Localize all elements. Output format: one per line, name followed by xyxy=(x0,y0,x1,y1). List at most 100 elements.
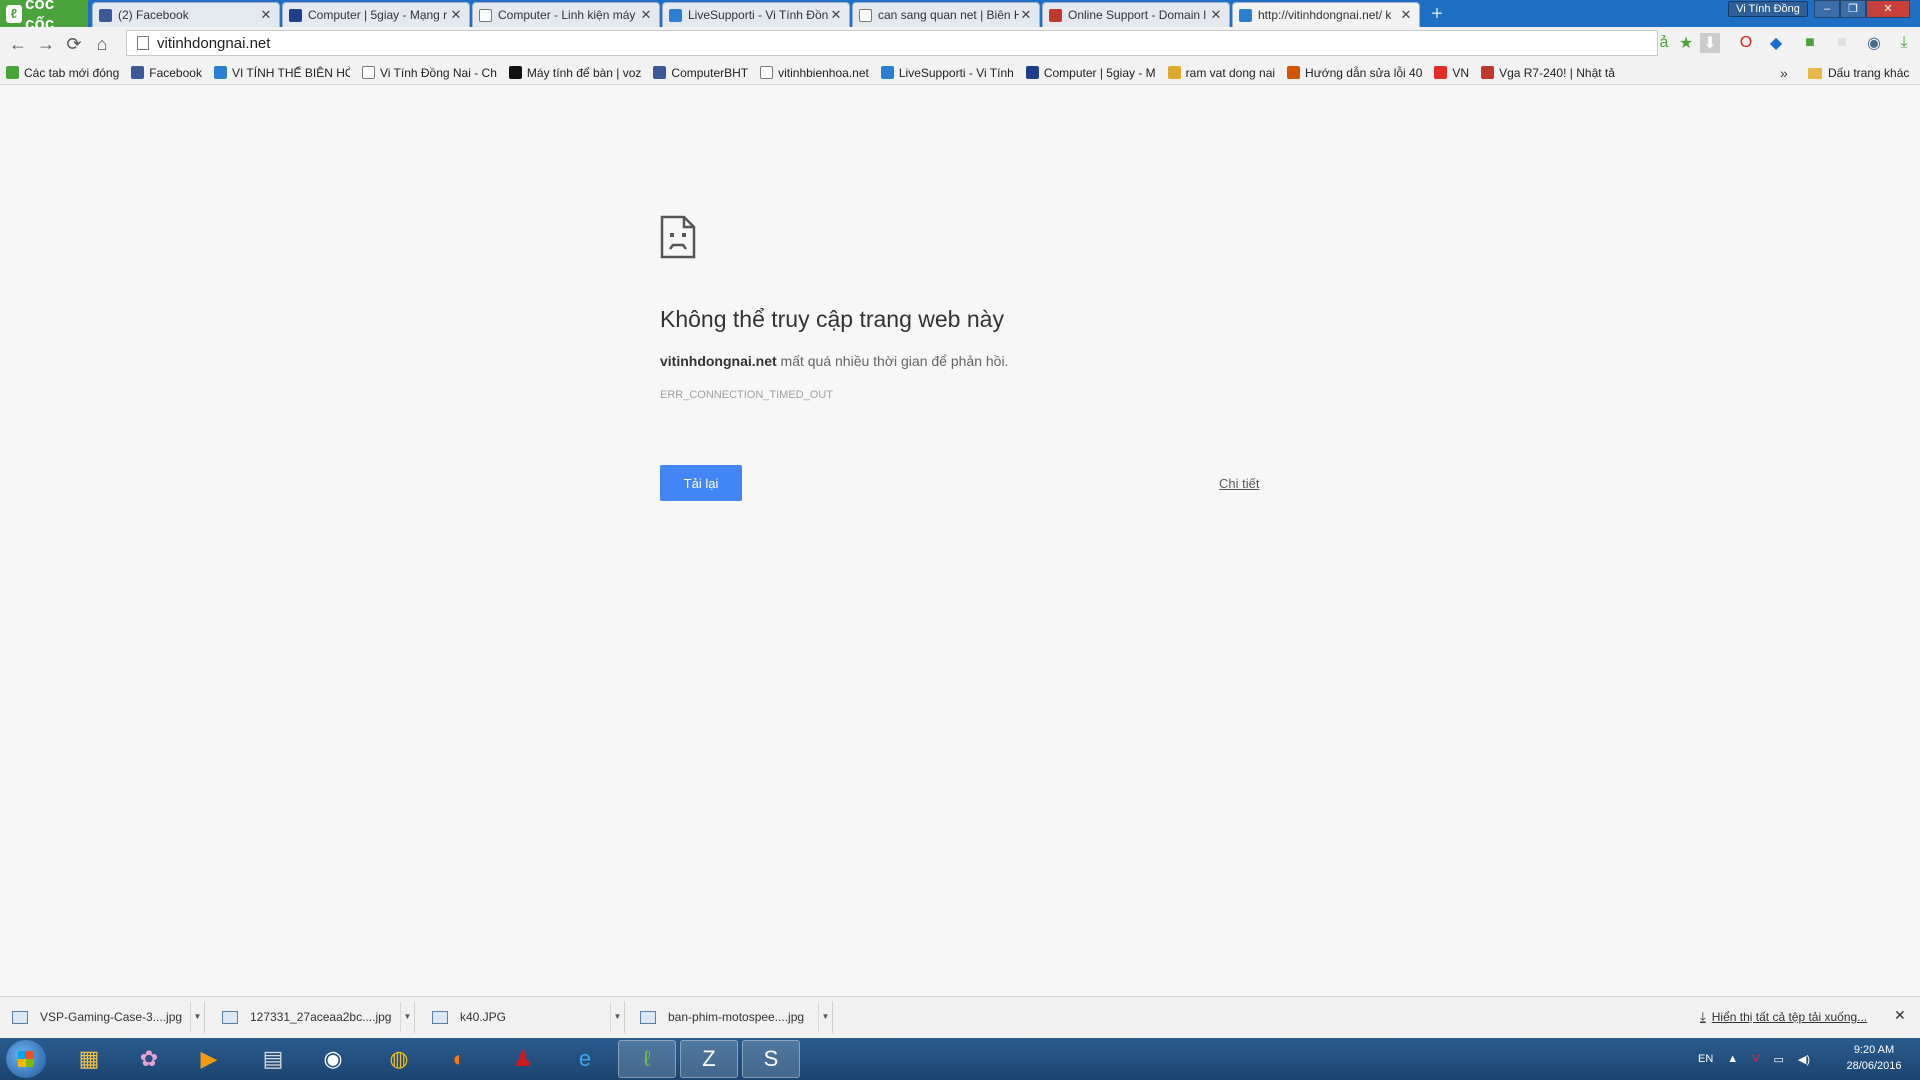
bookmark-item[interactable]: LiveSupporti - Vi Tính xyxy=(875,66,1020,80)
coccoc-logo-icon: ℓ xyxy=(6,4,22,23)
close-tab-icon[interactable]: ✕ xyxy=(1019,7,1033,23)
bookmark-label: ram vat dong nai xyxy=(1185,65,1276,80)
calculator-icon[interactable]: ▤ xyxy=(244,1040,302,1078)
downloads-icon[interactable]: ⤓ xyxy=(1894,33,1914,53)
close-tab-icon[interactable]: ✕ xyxy=(1399,7,1413,23)
tray-expand-icon[interactable]: ▲ xyxy=(1727,1053,1738,1065)
language-indicator[interactable]: EN xyxy=(1698,1053,1713,1065)
zalo-icon[interactable]: Z xyxy=(680,1040,738,1078)
tab-6[interactable]: http://vitinhdongnai.net/ k ✕ xyxy=(1232,2,1420,27)
download-item[interactable]: VSP-Gaming-Case-3....jpg ▼ xyxy=(0,1001,205,1033)
internet-explorer-icon[interactable]: e xyxy=(556,1040,614,1078)
tab-4[interactable]: can sang quan net | Biên H ✕ xyxy=(852,2,1040,27)
error-description: vitinhdongnai.net mất quá nhiều thời gia… xyxy=(660,353,1260,369)
game-app-icon[interactable]: ♟ xyxy=(494,1040,552,1078)
firefox-icon[interactable]: ◐ xyxy=(430,1040,488,1078)
clock-date: 28/06/2016 xyxy=(1846,1060,1902,1072)
coccoc-logo[interactable]: ℓ cốc cốc xyxy=(0,0,88,33)
bookmark-star-icon[interactable]: ★ xyxy=(1676,33,1696,53)
skype-icon[interactable]: S xyxy=(742,1040,800,1078)
download-item[interactable]: k40.JPG ▼ xyxy=(420,1001,625,1033)
close-tab-icon[interactable]: ✕ xyxy=(639,7,653,23)
tab-title: LiveSupporti - Vi Tính Đồn xyxy=(688,8,829,22)
new-tab-button[interactable]: + xyxy=(1426,4,1448,24)
show-all-downloads-link[interactable]: ⤓ Hiển thị tất cả tệp tải xuống... xyxy=(1700,1009,1867,1025)
download-extension-icon[interactable]: ⬇ xyxy=(1700,33,1720,53)
start-button[interactable] xyxy=(6,1040,46,1078)
sos-icon xyxy=(1287,66,1301,79)
reload-button[interactable]: Tải lại xyxy=(660,465,742,501)
download-menu-chevron-icon[interactable]: ▼ xyxy=(400,1002,414,1032)
close-tab-icon[interactable]: ✕ xyxy=(449,7,463,23)
close-tab-icon[interactable]: ✕ xyxy=(829,7,843,23)
opera-icon[interactable]: O xyxy=(1736,33,1756,53)
download-item[interactable]: ban-phim-motospee....jpg ▼ xyxy=(628,1001,833,1033)
profile-button[interactable]: Vi Tính Đồng xyxy=(1728,1,1808,17)
page-icon xyxy=(859,8,872,22)
home-button[interactable]: ⌂ xyxy=(88,30,116,58)
folder-icon xyxy=(1808,67,1822,79)
reload-toolbar-button[interactable]: ⟳ xyxy=(60,30,88,58)
minimize-button[interactable]: – xyxy=(1814,0,1840,18)
download-filename: k40.JPG xyxy=(460,1010,507,1024)
bookmark-item[interactable]: VN xyxy=(1428,66,1475,80)
bookmark-label: LiveSupporti - Vi Tính xyxy=(898,65,1014,80)
bookmark-item[interactable]: Computer | 5giay - M xyxy=(1020,66,1162,80)
dropbox-icon[interactable]: ◆ xyxy=(1766,33,1786,53)
tab-3[interactable]: LiveSupporti - Vi Tính Đồn ✕ xyxy=(662,2,850,27)
bookmark-item[interactable]: Các tab mới đóng xyxy=(0,66,125,80)
tab-2[interactable]: Computer - Linh kiện máy ✕ xyxy=(472,2,660,27)
back-button[interactable]: ← xyxy=(4,30,32,58)
media-player-icon[interactable]: ▶ xyxy=(180,1040,238,1078)
bookmark-item[interactable]: Hướng dẫn sửa lỗi 40 xyxy=(1281,66,1428,80)
download-item[interactable]: 127331_27aceaa2bc....jpg ▼ xyxy=(210,1001,415,1033)
bookmark-item[interactable]: VI TÍNH THẾ BIÊN HÒ xyxy=(208,66,356,80)
bookmark-item[interactable]: Máy tính để bàn | voz xyxy=(503,66,648,80)
coccoc-extension-icon[interactable]: ả xyxy=(1654,33,1674,53)
error-host: vitinhdongnai.net xyxy=(660,353,777,369)
globe-icon xyxy=(1239,8,1252,22)
tab-0[interactable]: (2) Facebook ✕ xyxy=(92,2,280,27)
paint-app-icon[interactable]: ✿ xyxy=(120,1040,178,1078)
tab-strip: ℓ cốc cốc (2) Facebook ✕ Computer | 5giay … xyxy=(0,0,1920,33)
address-input[interactable] xyxy=(157,34,1557,52)
livesupport-icon xyxy=(669,8,682,22)
eye-extension-icon[interactable]: ◉ xyxy=(1864,33,1884,53)
taskbar: ▦ ✿ ▶ ▤ ◉ ◍ ◐ ♟ e ℓ Z S EN ▲ V ▭ ◀) 9:20… xyxy=(0,1038,1920,1080)
bookmark-item[interactable]: ComputerBHT xyxy=(647,66,754,80)
bookmark-item[interactable]: Vi Tính Đồng Nai - Ch xyxy=(356,66,503,80)
sad-page-icon xyxy=(660,215,696,259)
clock[interactable]: 9:20 AM 28/06/2016 xyxy=(1834,1042,1914,1074)
close-window-button[interactable]: ✕ xyxy=(1866,0,1910,18)
app-circle-icon[interactable]: ◉ xyxy=(304,1040,362,1078)
clock-time: 9:20 AM xyxy=(1853,1044,1895,1056)
tab-5[interactable]: Online Support - Domain l ✕ xyxy=(1042,2,1230,27)
download-menu-chevron-icon[interactable]: ▼ xyxy=(190,1002,204,1032)
bookmark-label: Facebook xyxy=(149,65,202,80)
details-link[interactable]: Chi tiết xyxy=(1219,476,1259,491)
network-icon[interactable]: ▭ xyxy=(1774,1053,1784,1066)
extension-blank-icon[interactable]: ■ xyxy=(1832,33,1852,53)
close-tab-icon[interactable]: ✕ xyxy=(259,7,273,23)
tab-1[interactable]: Computer | 5giay - Mạng r ✕ xyxy=(282,2,470,27)
other-bookmarks-folder[interactable]: Dấu trang khác xyxy=(1808,61,1909,85)
forward-button[interactable]: → xyxy=(32,30,60,58)
antivirus-icon[interactable]: V xyxy=(1752,1053,1759,1065)
volume-icon[interactable]: ◀) xyxy=(1798,1053,1810,1066)
bookmarks-more-chevron-icon[interactable]: » xyxy=(1780,61,1788,85)
close-tab-icon[interactable]: ✕ xyxy=(1209,7,1223,23)
coccoc-taskbar-icon[interactable]: ℓ xyxy=(618,1040,676,1078)
error-message: mất quá nhiều thời gian để phản hồi. xyxy=(776,353,1009,369)
bookmark-item[interactable]: vitinhbienhoa.net xyxy=(754,66,875,80)
download-menu-chevron-icon[interactable]: ▼ xyxy=(818,1002,832,1032)
maximize-button[interactable]: ❐ xyxy=(1840,0,1866,18)
bookmark-item[interactable]: Vga R7-240! | Nhật tả xyxy=(1475,66,1621,80)
download-menu-chevron-icon[interactable]: ▼ xyxy=(610,1002,624,1032)
globe-icon xyxy=(213,66,227,79)
bookmark-item[interactable]: ram vat dong nai xyxy=(1162,66,1281,80)
bookmark-item[interactable]: Facebook xyxy=(125,66,208,80)
chrome-icon[interactable]: ◍ xyxy=(370,1040,428,1078)
extension-green-icon[interactable]: ■ xyxy=(1800,33,1820,53)
file-explorer-icon[interactable]: ▦ xyxy=(60,1040,118,1078)
close-shelf-icon[interactable]: ✕ xyxy=(1894,1007,1906,1024)
